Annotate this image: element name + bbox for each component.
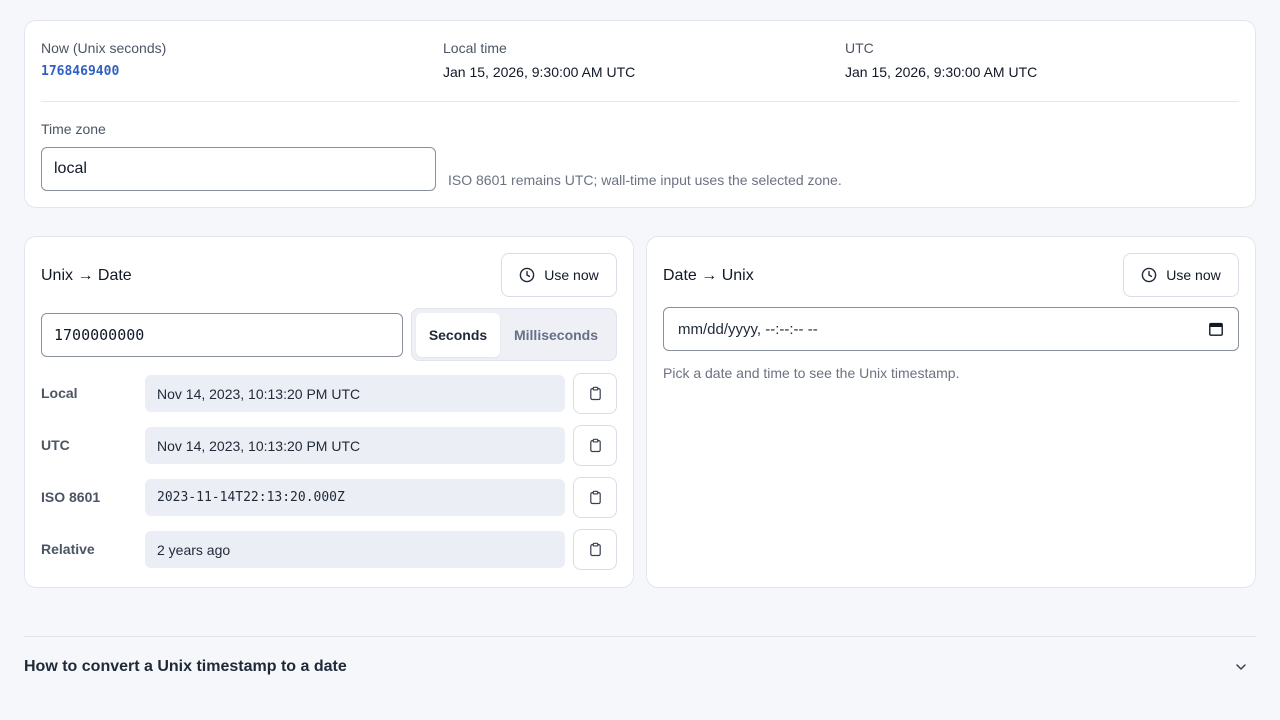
unix-timestamp-input[interactable] xyxy=(41,313,403,357)
now-unix-label: Now (Unix seconds) xyxy=(41,40,167,56)
copy-utc-button[interactable] xyxy=(573,425,617,466)
result-row-local: Local Nov 14, 2023, 10:13:20 PM UTC xyxy=(41,373,618,414)
unix-use-now-button[interactable]: Use now xyxy=(501,253,617,297)
result-value: Nov 14, 2023, 10:13:20 PM UTC xyxy=(145,375,565,412)
result-row-iso: ISO 8601 2023-11-14T22:13:20.000Z xyxy=(41,477,618,518)
current-time-card: Now (Unix seconds) 1768469400 Local time… xyxy=(24,20,1256,208)
date-use-now-button[interactable]: Use now xyxy=(1123,253,1239,297)
divider xyxy=(41,101,1239,102)
local-time-stat: Local time Jan 15, 2026, 9:30:00 AM UTC xyxy=(443,40,635,80)
datetime-placeholder: mm/dd/yyyy, --:--:-- -- xyxy=(678,320,818,338)
date-to-unix-title: Date → Unix xyxy=(663,267,754,284)
unit-seconds-option[interactable]: Seconds xyxy=(416,312,500,357)
use-now-label: Use now xyxy=(1166,267,1221,283)
copy-iso-button[interactable] xyxy=(573,477,617,518)
unit-milliseconds-option[interactable]: Milliseconds xyxy=(500,313,612,357)
unit-toggle: Seconds Milliseconds xyxy=(411,308,617,361)
result-row-utc: UTC Nov 14, 2023, 10:13:20 PM UTC xyxy=(41,425,618,466)
unix-to-date-title: Unix → Date xyxy=(41,267,132,284)
faq-title: How to convert a Unix timestamp to a dat… xyxy=(24,658,347,675)
unix-to-date-card: Unix → Date Use now Seconds Milliseconds… xyxy=(24,236,634,588)
utc-time-stat: UTC Jan 15, 2026, 9:30:00 AM UTC xyxy=(845,40,1037,80)
result-label: ISO 8601 xyxy=(41,489,101,505)
datetime-input[interactable]: mm/dd/yyyy, --:--:-- -- xyxy=(663,307,1239,351)
date-to-unix-card: Date → Unix Use now mm/dd/yyyy, --:--:--… xyxy=(646,236,1256,588)
clipboard-icon xyxy=(589,386,601,401)
timezone-hint: ISO 8601 remains UTC; wall-time input us… xyxy=(448,172,842,188)
calendar-icon[interactable] xyxy=(1208,321,1224,337)
clipboard-icon xyxy=(589,542,601,557)
faq-accordion-toggle[interactable]: How to convert a Unix timestamp to a dat… xyxy=(24,650,1256,684)
result-value: 2023-11-14T22:13:20.000Z xyxy=(145,479,565,516)
result-label: UTC xyxy=(41,437,70,453)
clipboard-icon xyxy=(589,490,601,505)
clipboard-icon xyxy=(589,438,601,453)
timezone-input[interactable] xyxy=(41,147,436,191)
datetime-hint: Pick a date and time to see the Unix tim… xyxy=(663,365,960,381)
now-unix-stat: Now (Unix seconds) 1768469400 xyxy=(41,40,166,79)
result-label: Relative xyxy=(41,541,95,557)
clock-icon xyxy=(1141,267,1157,283)
result-value: 2 years ago xyxy=(145,531,565,568)
use-now-label: Use now xyxy=(544,267,599,283)
chevron-down-icon xyxy=(1236,664,1246,670)
timezone-label: Time zone xyxy=(41,121,106,137)
clock-icon xyxy=(519,267,535,283)
utc-time-value: Jan 15, 2026, 9:30:00 AM UTC xyxy=(845,64,1038,80)
local-time-label: Local time xyxy=(443,40,507,56)
faq-divider xyxy=(24,636,1256,637)
result-label: Local xyxy=(41,385,78,401)
result-value: Nov 14, 2023, 10:13:20 PM UTC xyxy=(145,427,565,464)
utc-time-label: UTC xyxy=(845,40,874,56)
result-row-relative: Relative 2 years ago xyxy=(41,529,618,570)
copy-relative-button[interactable] xyxy=(573,529,617,570)
copy-local-button[interactable] xyxy=(573,373,617,414)
now-unix-value[interactable]: 1768469400 xyxy=(41,64,166,79)
local-time-value: Jan 15, 2026, 9:30:00 AM UTC xyxy=(443,64,636,80)
